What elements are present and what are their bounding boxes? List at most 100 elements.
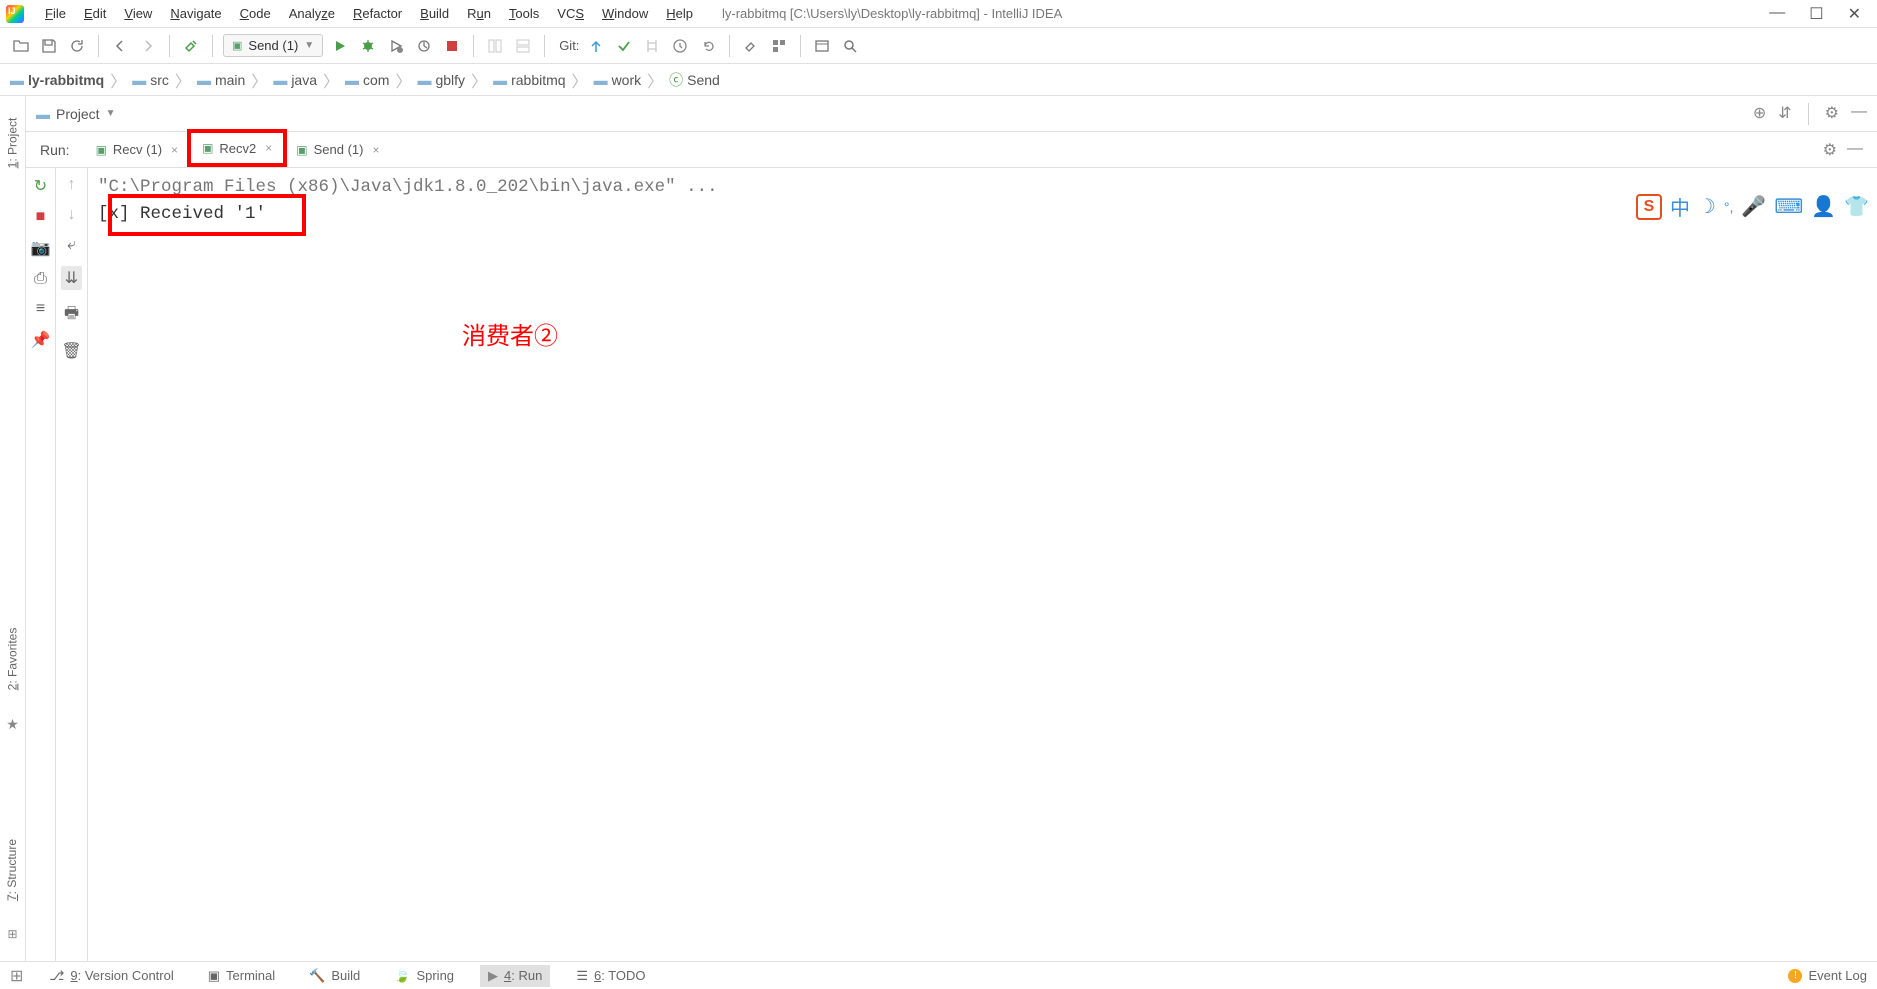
ime-skin-icon[interactable]: 👕 bbox=[1844, 194, 1869, 219]
bb-terminal[interactable]: ▣Terminal bbox=[200, 965, 283, 987]
build-icon[interactable] bbox=[180, 35, 202, 57]
run-config-selector[interactable]: ▣ Send (1) ▼ bbox=[223, 34, 323, 57]
project-panel-label[interactable]: ▬ Project ▼ bbox=[36, 106, 115, 122]
git-update-icon[interactable] bbox=[585, 35, 607, 57]
menu-view[interactable]: View bbox=[115, 3, 161, 24]
sidebar-favorites[interactable]: 2: Favorites bbox=[6, 628, 20, 691]
run-tab-send1[interactable]: ▣ Send (1) × bbox=[284, 132, 391, 167]
git-commit-icon[interactable] bbox=[613, 35, 635, 57]
ime-user-icon[interactable]: 👤 bbox=[1811, 194, 1836, 219]
settings-icon[interactable] bbox=[740, 35, 762, 57]
menu-code[interactable]: Code bbox=[231, 3, 280, 24]
gear-icon[interactable]: ⚙ bbox=[1823, 140, 1837, 160]
target-icon[interactable]: ⊕ bbox=[1753, 103, 1766, 125]
ime-keyboard-icon[interactable]: ⌨ bbox=[1774, 194, 1803, 219]
pin-icon[interactable]: 📌 bbox=[31, 330, 51, 350]
gear-icon[interactable]: ⚙ bbox=[1825, 103, 1839, 125]
wrap-icon[interactable]: ⤶ bbox=[67, 236, 76, 254]
sidebar-project[interactable]: 1: Project bbox=[6, 118, 20, 169]
ime-lang-icon[interactable]: 中 bbox=[1670, 192, 1690, 221]
crumb-src[interactable]: ▬src bbox=[132, 72, 169, 88]
ime-moon-icon[interactable]: ☽ bbox=[1698, 194, 1716, 219]
ime-mic-icon[interactable]: 🎤 bbox=[1741, 194, 1766, 219]
expand-icon[interactable]: ⇵ bbox=[1778, 103, 1791, 125]
rerun-icon[interactable]: ↻ bbox=[34, 176, 47, 196]
trash-icon[interactable]: 🗑 bbox=[61, 341, 81, 361]
run-tab-recv2[interactable]: ▣ Recv2 × bbox=[190, 132, 284, 167]
menu-edit[interactable]: Edit bbox=[75, 3, 115, 24]
left-gutter: 1: Project 2: Favorites ★ 7: Structure ⊞ bbox=[0, 96, 26, 961]
structure-icon[interactable] bbox=[768, 35, 790, 57]
git-history-icon[interactable] bbox=[669, 35, 691, 57]
event-badge: ! bbox=[1788, 969, 1802, 983]
hide-icon[interactable]: — bbox=[1851, 103, 1867, 125]
search-icon[interactable] bbox=[839, 35, 861, 57]
open-icon[interactable] bbox=[10, 35, 32, 57]
debug-icon[interactable] bbox=[357, 35, 379, 57]
down-icon[interactable]: ↓ bbox=[68, 206, 76, 224]
git-revert-icon[interactable] bbox=[697, 35, 719, 57]
crumb-work[interactable]: ▬work bbox=[594, 72, 642, 88]
print-icon[interactable]: 🖶 bbox=[64, 302, 79, 329]
stop-icon[interactable] bbox=[441, 35, 463, 57]
console-line-2: [x] Received '1' bbox=[98, 201, 1867, 228]
run-tab-icon: ▣ bbox=[202, 141, 213, 155]
menu-tools[interactable]: Tools bbox=[500, 3, 548, 24]
crumb-com[interactable]: ▬com bbox=[345, 72, 389, 88]
layout-icon[interactable]: ≡ bbox=[36, 300, 45, 318]
menu-refactor[interactable]: Refactor bbox=[344, 3, 411, 24]
bb-run[interactable]: ▶4: Run bbox=[480, 965, 550, 987]
minimize-button[interactable]: — bbox=[1769, 4, 1785, 24]
exit-icon[interactable]: ⎙ bbox=[34, 270, 47, 288]
camera-icon[interactable]: 📷 bbox=[31, 238, 51, 258]
git-compare-icon[interactable] bbox=[641, 35, 663, 57]
menu-window[interactable]: Window bbox=[593, 3, 657, 24]
close-button[interactable]: ✕ bbox=[1848, 4, 1861, 24]
coverage-icon[interactable] bbox=[385, 35, 407, 57]
bb-spring[interactable]: 🍃Spring bbox=[386, 965, 462, 987]
menu-build[interactable]: Build bbox=[411, 3, 458, 24]
list-icon: ☰ bbox=[576, 968, 588, 984]
menu-analyze[interactable]: Analyze bbox=[280, 3, 344, 24]
up-icon[interactable]: ↑ bbox=[68, 176, 76, 194]
menu-vcs[interactable]: VCS bbox=[548, 3, 593, 24]
crumb-main[interactable]: ▬main bbox=[197, 72, 245, 88]
run-tab-recv1[interactable]: ▣ Recv (1) × bbox=[84, 132, 190, 167]
stop-icon[interactable]: ■ bbox=[36, 208, 46, 226]
layout2-icon[interactable] bbox=[512, 35, 534, 57]
event-log[interactable]: Event Log bbox=[1808, 968, 1867, 983]
menu-file[interactable]: File bbox=[36, 3, 75, 24]
crumb-root[interactable]: ▬ly-rabbitmq bbox=[10, 72, 104, 88]
menu-navigate[interactable]: Navigate bbox=[161, 3, 230, 24]
save-icon[interactable] bbox=[38, 35, 60, 57]
profile-icon[interactable] bbox=[413, 35, 435, 57]
window-icon[interactable] bbox=[811, 35, 833, 57]
menu-help[interactable]: Help bbox=[657, 3, 702, 24]
bb-build[interactable]: 🔨Build bbox=[301, 965, 368, 987]
bottom-toggle-icon[interactable]: ⊞ bbox=[10, 966, 23, 986]
close-icon[interactable]: × bbox=[265, 141, 272, 155]
bb-version-control[interactable]: ⎇9: Version Control bbox=[41, 965, 181, 987]
maximize-button[interactable]: ☐ bbox=[1809, 4, 1823, 24]
crumb-java[interactable]: ▬java bbox=[273, 72, 317, 88]
run-icon[interactable] bbox=[329, 35, 351, 57]
sidebar-structure[interactable]: 7: Structure bbox=[6, 839, 20, 901]
hide-icon[interactable]: — bbox=[1847, 140, 1863, 160]
scroll-icon[interactable]: ⇊ bbox=[61, 266, 82, 290]
ime-sogou-icon[interactable]: S bbox=[1636, 194, 1662, 220]
crumb-gblfy[interactable]: ▬gblfy bbox=[417, 72, 465, 88]
forward-icon[interactable] bbox=[137, 35, 159, 57]
run-tab-icon: ▣ bbox=[96, 143, 107, 157]
menu-bar: File Edit View Navigate Code Analyze Ref… bbox=[0, 0, 1877, 28]
console-output[interactable]: "C:\Program Files (x86)\Java\jdk1.8.0_20… bbox=[88, 168, 1877, 961]
close-icon[interactable]: × bbox=[171, 143, 178, 157]
layout-icon[interactable] bbox=[484, 35, 506, 57]
crumb-send[interactable]: ⓒSend bbox=[669, 70, 720, 90]
bb-todo[interactable]: ☰6: TODO bbox=[568, 965, 653, 987]
refresh-icon[interactable] bbox=[66, 35, 88, 57]
crumb-rabbitmq[interactable]: ▬rabbitmq bbox=[493, 72, 565, 88]
back-icon[interactable] bbox=[109, 35, 131, 57]
close-icon[interactable]: × bbox=[373, 143, 380, 157]
menu-run[interactable]: Run bbox=[458, 3, 500, 24]
ime-punct-icon[interactable]: °, bbox=[1724, 199, 1734, 215]
